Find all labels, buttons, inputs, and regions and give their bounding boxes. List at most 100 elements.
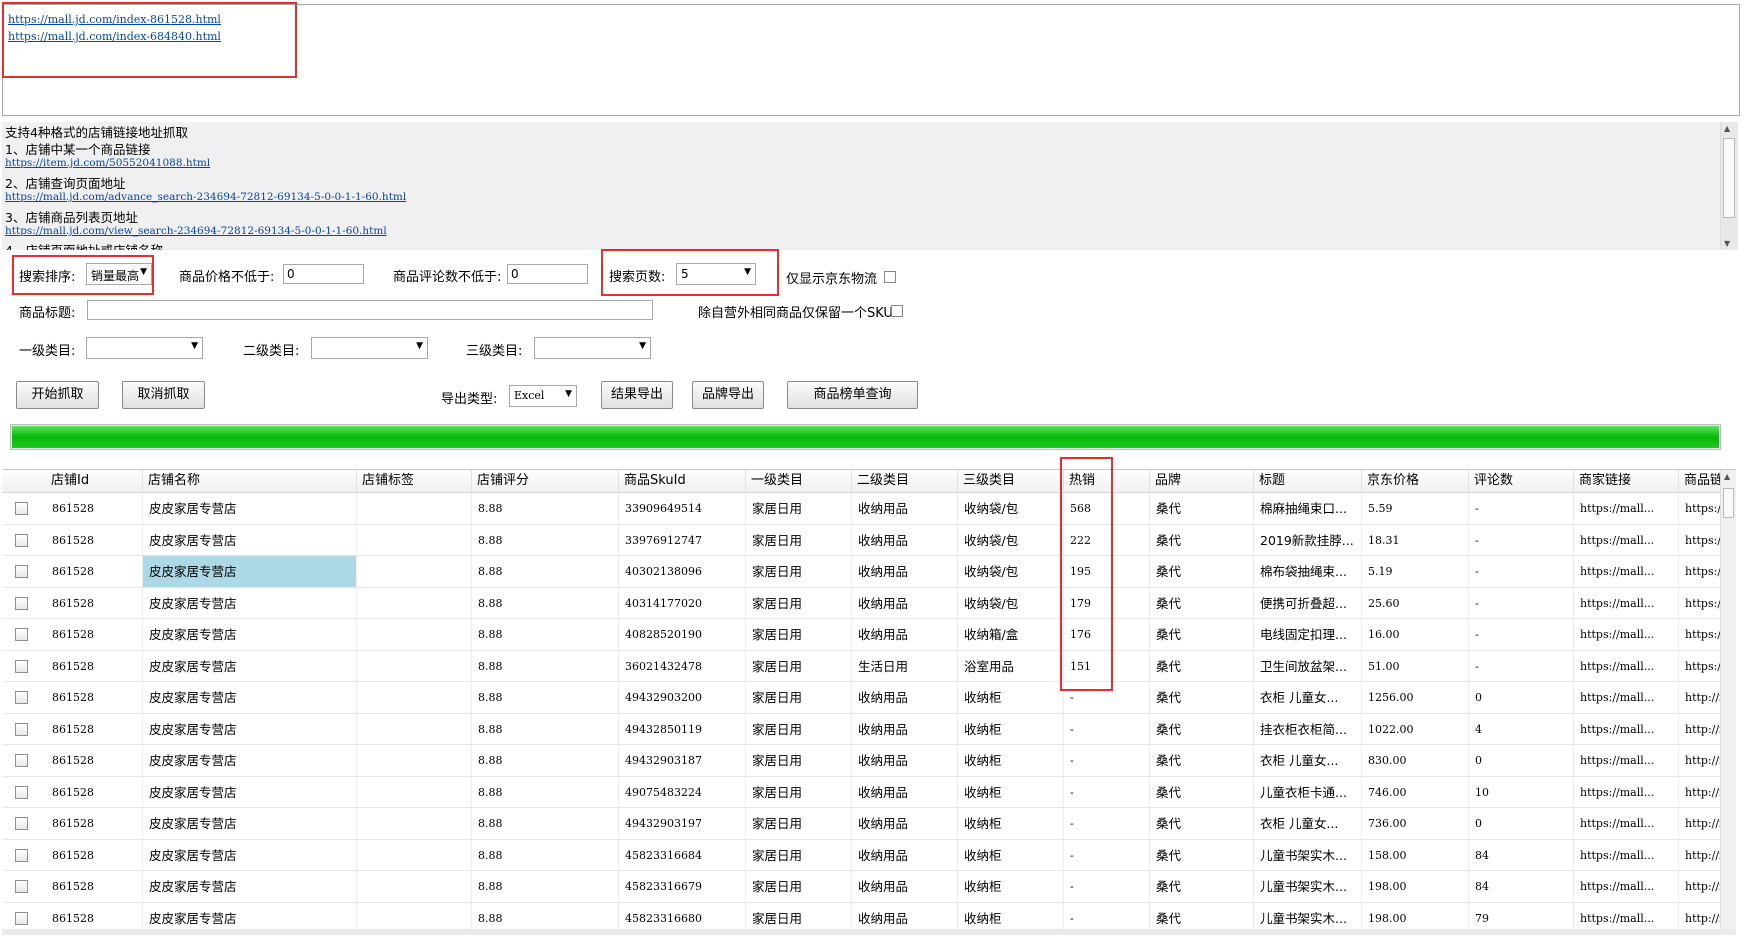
cell-sku-id[interactable]: 40314177020 [619, 587, 746, 619]
table-row[interactable]: 861528 皮皮家居专营店 8.88 49075483224 家居日用 收纳用品 收纳柜 -… [2, 776, 1736, 808]
cell-category-1[interactable]: 家居日用 [746, 493, 852, 524]
cell-review-count[interactable]: 10 [1469, 776, 1574, 808]
table-row[interactable]: 861528 皮皮家居专营店 8.88 40302138096 家居日用 收纳用品 收纳袋/… [2, 556, 1736, 588]
row-checkbox[interactable] [15, 628, 28, 641]
scroll-up-icon[interactable]: ▲ [1724, 472, 1730, 481]
cell-category-3[interactable]: 收纳柜 [958, 776, 1064, 808]
cell-jd-price[interactable]: 830.00 [1362, 745, 1469, 776]
cell-category-2[interactable]: 收纳用品 [852, 745, 958, 776]
column-header-shop-rating[interactable]: 店铺评分 [472, 470, 619, 492]
export-type-select[interactable]: Excel ▼ [509, 385, 577, 407]
cell-shop-tag[interactable] [357, 808, 472, 839]
table-row[interactable]: 861528 皮皮家居专营店 8.88 49432850119 家居日用 收纳用品 收纳柜 -… [2, 713, 1736, 745]
cell-review-count[interactable]: 0 [1469, 682, 1574, 713]
cell-shop-name[interactable]: 皮皮家居专营店 [143, 556, 357, 587]
cell-brand[interactable]: 桑代 [1150, 682, 1254, 713]
cell-sku-id[interactable]: 33976912747 [619, 524, 746, 556]
min-reviews-input[interactable]: 0 [507, 264, 588, 284]
table-row[interactable]: 861528 皮皮家居专营店 8.88 49432903187 家居日用 收纳用品 收纳柜 -… [2, 745, 1736, 777]
cell-shop-rating[interactable]: 8.88 [472, 745, 619, 776]
cell-shop-id[interactable]: 861528 [46, 493, 143, 524]
cell-sku-id[interactable]: 49432850119 [619, 713, 746, 745]
cell-review-count[interactable]: 84 [1469, 871, 1574, 902]
help-link[interactable]: https://mall.jd.com/advance_search-23469… [5, 191, 406, 203]
cell-merchant-link[interactable]: https://mall... [1574, 682, 1679, 713]
cell-review-count[interactable]: - [1469, 524, 1574, 556]
cell-hot-sales[interactable]: - [1064, 745, 1150, 776]
cell-shop-name[interactable]: 皮皮家居专营店 [143, 839, 357, 871]
cell-shop-rating[interactable]: 8.88 [472, 524, 619, 556]
row-checkbox[interactable] [15, 502, 28, 515]
cell-shop-name[interactable]: 皮皮家居专营店 [143, 619, 357, 650]
row-checkbox[interactable] [15, 596, 28, 610]
cell-shop-id[interactable]: 861528 [46, 745, 143, 776]
cell-shop-name[interactable]: 皮皮家居专营店 [143, 493, 357, 524]
cell-shop-id[interactable]: 861528 [46, 524, 143, 556]
cell-hot-sales[interactable]: - [1064, 839, 1150, 871]
row-checkbox[interactable] [15, 911, 28, 925]
cell-shop-rating[interactable]: 8.88 [472, 619, 619, 650]
column-header-title[interactable]: 标题 [1254, 470, 1362, 492]
column-header-shop-id[interactable]: 店铺Id [46, 470, 143, 492]
cell-shop-tag[interactable] [357, 650, 472, 682]
cell-merchant-link[interactable]: https://mall... [1574, 745, 1679, 776]
cell-category-2[interactable]: 收纳用品 [852, 839, 958, 871]
export-brands-button[interactable]: 品牌导出 [692, 381, 764, 409]
cell-category-1[interactable]: 家居日用 [746, 776, 852, 808]
cell-merchant-link[interactable]: https://mall... [1574, 524, 1679, 556]
cell-brand[interactable]: 桑代 [1150, 871, 1254, 902]
column-header-brand[interactable]: 品牌 [1150, 470, 1254, 492]
cat2-select[interactable]: ▼ [311, 337, 428, 359]
cell-hot-sales[interactable]: - [1064, 871, 1150, 902]
row-checkbox[interactable] [15, 691, 28, 704]
cell-category-2[interactable]: 收纳用品 [852, 808, 958, 839]
cell-merchant-link[interactable]: https://mall... [1574, 713, 1679, 745]
cancel-button[interactable]: 取消抓取 [122, 381, 205, 409]
column-header-merchant-link[interactable]: 商家链接 [1574, 470, 1679, 492]
cell-jd-price[interactable]: 736.00 [1362, 808, 1469, 839]
column-header-shop-tag[interactable]: 店铺标签 [357, 470, 472, 492]
column-header-shop-name[interactable]: 店铺名称 [143, 470, 357, 492]
cell-category-1[interactable]: 家居日用 [746, 524, 852, 556]
export-results-button[interactable]: 结果导出 [601, 381, 673, 409]
cell-sku-id[interactable]: 45823316679 [619, 871, 746, 902]
row-checkbox[interactable] [15, 848, 28, 862]
cell-sku-id[interactable]: 49432903187 [619, 745, 746, 776]
dedupe-checkbox[interactable] [891, 305, 903, 317]
cell-category-3[interactable]: 收纳袋/包 [958, 524, 1064, 556]
cell-shop-rating[interactable]: 8.88 [472, 776, 619, 808]
cell-merchant-link[interactable]: https://mall... [1574, 587, 1679, 619]
row-checkbox[interactable] [15, 785, 28, 799]
help-link[interactable]: https://item.jd.com/50552041088.html [5, 157, 210, 169]
table-row[interactable]: 861528 皮皮家居专营店 8.88 33909649514 家居日用 收纳用品 收纳袋/… [2, 493, 1736, 525]
cell-category-2[interactable]: 收纳用品 [852, 524, 958, 556]
cell-title[interactable]: 儿童衣柜卡通... [1254, 776, 1362, 808]
cell-sku-id[interactable]: 49432903200 [619, 682, 746, 713]
cell-hot-sales[interactable]: 568 [1064, 493, 1150, 524]
cell-shop-name[interactable]: 皮皮家居专营店 [143, 776, 357, 808]
cell-shop-id[interactable]: 861528 [46, 808, 143, 839]
table-scroll-thumb[interactable] [1723, 488, 1734, 518]
cell-category-3[interactable]: 收纳柜 [958, 871, 1064, 902]
cell-review-count[interactable]: - [1469, 587, 1574, 619]
cell-review-count[interactable]: 0 [1469, 808, 1574, 839]
cell-title[interactable]: 棉布袋抽绳束... [1254, 556, 1362, 587]
cell-category-2[interactable]: 收纳用品 [852, 587, 958, 619]
cell-category-2[interactable]: 收纳用品 [852, 619, 958, 650]
cell-sku-id[interactable]: 40302138096 [619, 556, 746, 587]
cell-brand[interactable]: 桑代 [1150, 587, 1254, 619]
cell-category-3[interactable]: 收纳柜 [958, 713, 1064, 745]
table-row[interactable]: 861528 皮皮家居专营店 8.88 45823316679 家居日用 收纳用品 收纳柜 -… [2, 871, 1736, 903]
cell-hot-sales[interactable]: 179 [1064, 587, 1150, 619]
cell-shop-id[interactable]: 861528 [46, 682, 143, 713]
cell-title[interactable]: 卫生间放盆架... [1254, 650, 1362, 682]
cell-review-count[interactable]: 4 [1469, 713, 1574, 745]
cell-shop-tag[interactable] [357, 682, 472, 713]
cell-shop-rating[interactable]: 8.88 [472, 493, 619, 524]
cell-category-2[interactable]: 收纳用品 [852, 493, 958, 524]
table-vertical-scrollbar[interactable]: ▲ [1720, 470, 1736, 935]
table-horizontal-scrollbar[interactable] [2, 929, 1736, 935]
cell-sku-id[interactable]: 33909649514 [619, 493, 746, 524]
scroll-down-icon[interactable]: ▼ [1724, 239, 1730, 248]
cell-review-count[interactable]: - [1469, 493, 1574, 524]
